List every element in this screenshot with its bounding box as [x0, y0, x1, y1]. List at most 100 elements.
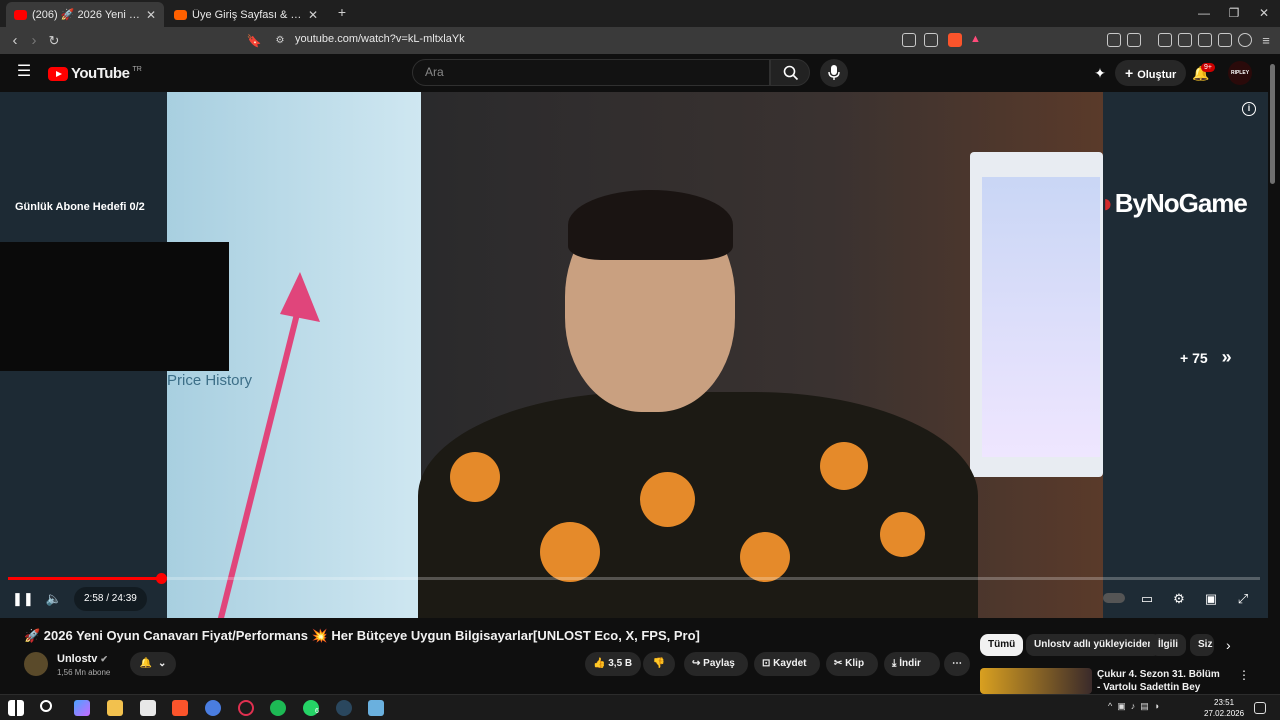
clip-button[interactable]: ✂ Klip [826, 652, 878, 676]
chevron-right-icon[interactable]: › [1226, 637, 1231, 653]
app-icon[interactable] [368, 700, 384, 716]
microphone-icon [828, 65, 840, 80]
skip-label: + 75 [1180, 350, 1208, 366]
cast-icon[interactable] [902, 33, 916, 47]
brave-rewards-icon[interactable]: ▲ [970, 33, 984, 47]
share-icon[interactable] [924, 33, 938, 47]
tab-hepsiburada[interactable]: Üye Giriş Sayfası & Üye Ol - Hepsiburada… [166, 2, 326, 27]
chip-all[interactable]: Tümü [980, 634, 1024, 656]
wallet-icon[interactable] [1198, 33, 1212, 47]
save-button[interactable]: ⊡ Kaydet [754, 652, 820, 676]
chip-for-you[interactable]: Siz [1190, 634, 1214, 656]
notification-center-icon[interactable] [1254, 702, 1266, 714]
address-bar[interactable]: youtube.com/watch?v=kL-mltxlaYk [295, 33, 465, 45]
brave-browser-icon[interactable] [172, 700, 188, 716]
youtube-logo[interactable]: YouTube TR [48, 65, 142, 82]
file-explorer-icon[interactable] [107, 700, 123, 716]
bookmark-icon[interactable]: 🔖 [244, 31, 264, 51]
thumbs-down-icon: 👎 [652, 658, 666, 669]
screenshot-icon[interactable] [1127, 33, 1141, 47]
subtitles-button[interactable]: ▭ [1138, 590, 1156, 608]
chrome-icon[interactable] [205, 700, 221, 716]
restore-button[interactable]: ❐ [1224, 6, 1244, 20]
channel-avatar[interactable] [24, 652, 48, 676]
skip-forward-button[interactable]: + 75 » [1180, 347, 1232, 368]
pc-internals-graphic [982, 177, 1100, 457]
profile-avatar[interactable]: RIPLEY [1228, 61, 1252, 85]
progress-scrubber[interactable] [155, 573, 167, 584]
opera-gx-icon[interactable] [238, 700, 254, 716]
shirt-pattern [740, 532, 790, 582]
media-icon[interactable] [1158, 33, 1172, 47]
site-info-icon[interactable]: ⚙ [270, 31, 290, 51]
like-button[interactable]: 👍 3,5 B [585, 652, 641, 676]
pause-button[interactable]: ❚❚ [12, 590, 34, 608]
create-button[interactable]: + Oluştur [1115, 60, 1187, 86]
windows-start-icon[interactable] [8, 700, 24, 716]
clock-time: 23:51 [1214, 698, 1235, 707]
spotify-icon[interactable] [270, 700, 286, 716]
chip-related[interactable]: İlgili [1150, 634, 1186, 656]
ai-icon[interactable]: ✦ [1090, 63, 1110, 83]
close-window-button[interactable]: ✕ [1254, 6, 1274, 20]
forward-button[interactable]: › [24, 31, 44, 51]
notification-badge: 9+ [1201, 63, 1215, 72]
search-icon[interactable] [40, 700, 52, 712]
voice-search-button[interactable] [820, 59, 848, 87]
windows-taskbar: 6 ^▣♪▤◑ 23:51 27.02.2026 [0, 694, 1280, 720]
hamburger-menu-icon[interactable]: ☰ [14, 62, 34, 82]
shirt-pattern [540, 522, 600, 582]
youtube-play-icon [48, 66, 68, 81]
close-tab-icon[interactable]: ✕ [146, 8, 156, 22]
sidebar-icon[interactable] [1178, 33, 1192, 47]
minimize-button[interactable]: — [1194, 6, 1214, 20]
close-tab-icon[interactable]: ✕ [308, 8, 318, 22]
more-actions-button[interactable]: ⋯ [944, 652, 970, 676]
tab-youtube[interactable]: (206) 🚀 2026 Yeni Oyun Canavarı ✕ [6, 2, 164, 27]
search-input[interactable]: Ara [412, 59, 770, 86]
vpn-icon[interactable] [1238, 33, 1252, 47]
video-title: 🚀 2026 Yeni Oyun Canavarı Fiyat/Performa… [24, 628, 700, 643]
thumbs-up-icon: 👍 [593, 658, 606, 669]
brand-watermark: ◗ByNoGame [1100, 188, 1248, 219]
info-icon[interactable]: i [1242, 102, 1256, 116]
download-button[interactable]: ⤓ İndir [884, 652, 940, 676]
shirt-pattern [820, 442, 868, 490]
system-clock[interactable]: 23:51 27.02.2026 [1204, 697, 1244, 719]
tray-icons[interactable]: ^▣♪▤◑ [1108, 701, 1164, 712]
chevron-down-icon: ⌄ [158, 658, 167, 669]
video-player[interactable]: Price History Günlük Abone Hedefi 0/2 ◗B… [0, 92, 1268, 618]
autoplay-toggle[interactable] [1102, 590, 1126, 608]
extensions-icon[interactable] [1107, 33, 1121, 47]
recommendation-menu-icon[interactable]: ⋮ [1238, 668, 1250, 682]
steam-icon[interactable] [336, 700, 352, 716]
leo-icon[interactable] [1218, 33, 1232, 47]
brave-shield-icon[interactable] [948, 33, 962, 47]
store-icon[interactable] [140, 700, 156, 716]
subscribe-bell-button[interactable]: 🔔 ⌄ [130, 652, 176, 676]
tab-title: (206) 🚀 2026 Yeni Oyun Canavarı [32, 9, 140, 21]
chip-from-uploader[interactable]: Unlostv adlı yükleyiciden [1026, 634, 1162, 656]
search-button[interactable] [770, 59, 810, 86]
bell-icon: 🔔 [139, 658, 153, 669]
brand-logo-icon: ◗ [1100, 188, 1116, 218]
recommendation-title[interactable]: Çukur 4. Sezon 31. Bölüm - Vartolu Sadet… [1097, 668, 1222, 694]
fullscreen-button[interactable]: ⤢ [1234, 590, 1252, 608]
copilot-icon[interactable] [74, 700, 90, 716]
channel-name[interactable]: Unlostv ✔ [57, 653, 108, 665]
new-tab-button[interactable]: + [332, 4, 352, 20]
progress-bar[interactable] [8, 573, 1260, 584]
share-button[interactable]: ↪ Paylaş [684, 652, 748, 676]
page-scrollbar[interactable] [1270, 64, 1275, 184]
miniplayer-button[interactable]: ▣ [1202, 590, 1220, 608]
recommendation-thumbnail[interactable] [980, 668, 1092, 694]
reload-icon[interactable]: ↻ [44, 31, 64, 51]
volume-button[interactable]: 🔈 [45, 590, 63, 608]
dislike-button[interactable]: 👎 [643, 652, 675, 676]
search-icon [783, 65, 799, 81]
back-button[interactable]: ‹ [5, 31, 25, 51]
settings-gear-icon[interactable]: ⚙ [1170, 590, 1188, 608]
shirt-pattern [880, 512, 925, 557]
menu-icon[interactable]: ≡ [1256, 31, 1276, 51]
youtube-favicon-icon [14, 9, 27, 20]
